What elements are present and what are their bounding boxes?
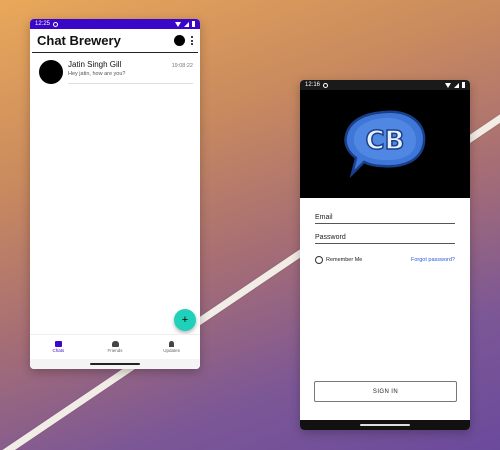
app-title: Chat Brewery xyxy=(37,33,121,48)
email-label: Email xyxy=(315,214,333,221)
wifi-icon xyxy=(175,21,181,27)
battery-icon xyxy=(462,82,465,88)
chat-brewery-logo-icon: CB xyxy=(344,110,426,179)
sign-in-button[interactable]: SIGN IN xyxy=(314,381,457,402)
gesture-bar xyxy=(30,359,200,369)
nav-item-friends[interactable]: Friends xyxy=(87,335,144,358)
chat-list-screen: 12:25 Chat Brewery Jatin Singh Gill 19:0… xyxy=(30,19,200,369)
chat-last-message: Hey jatin, how are you? xyxy=(68,71,126,77)
people-icon xyxy=(111,340,119,347)
nav-item-updates[interactable]: Updates xyxy=(143,335,200,358)
forgot-password-link[interactable]: Forgot password? xyxy=(411,257,455,263)
notification-icon xyxy=(53,21,59,27)
plus-icon: + xyxy=(181,314,189,326)
login-screen: 12:16 CB Email Password Remember Me Forg… xyxy=(300,80,470,430)
status-bar: 12:16 xyxy=(300,80,470,90)
status-time: 12:25 xyxy=(35,21,51,27)
bell-icon xyxy=(169,340,175,347)
chat-contact-name: Jatin Singh Gill xyxy=(68,60,122,69)
chat-list-item[interactable]: Jatin Singh Gill 19:08:22 Hey jatin, how… xyxy=(30,53,200,84)
nav-item-chats[interactable]: Chats xyxy=(30,335,87,358)
radio-button[interactable] xyxy=(315,256,323,264)
email-field[interactable]: Email xyxy=(315,214,455,224)
notification-icon xyxy=(323,82,329,88)
app-bar: Chat Brewery xyxy=(32,29,198,53)
status-bar: 12:25 xyxy=(30,19,200,29)
remember-me-label: Remember Me xyxy=(326,257,363,263)
logo-text: CB xyxy=(366,126,405,156)
wifi-icon xyxy=(445,82,451,88)
new-chat-button[interactable]: + xyxy=(174,309,196,331)
chat-timestamp: 19:08:22 xyxy=(171,63,193,69)
gesture-bar xyxy=(300,420,470,430)
nav-label: Friends xyxy=(107,347,123,353)
bottom-navigation: Chats Friends Updates xyxy=(30,334,200,358)
signal-icon xyxy=(184,21,189,27)
avatar xyxy=(39,60,63,84)
profile-avatar-button[interactable] xyxy=(174,35,185,46)
overflow-menu-icon[interactable] xyxy=(191,36,193,45)
nav-label: Chats xyxy=(52,347,65,353)
login-form: Email Password Remember Me Forgot passwo… xyxy=(300,198,470,274)
password-label: Password xyxy=(315,234,346,241)
status-time: 12:16 xyxy=(305,82,321,88)
chat-bubble-icon xyxy=(54,340,62,347)
logo-banner: CB xyxy=(300,90,470,198)
password-field[interactable]: Password xyxy=(315,234,455,244)
signal-icon xyxy=(454,82,459,88)
battery-icon xyxy=(192,21,195,27)
remember-me-toggle[interactable]: Remember Me xyxy=(315,256,362,264)
nav-label: Updates xyxy=(163,347,181,353)
